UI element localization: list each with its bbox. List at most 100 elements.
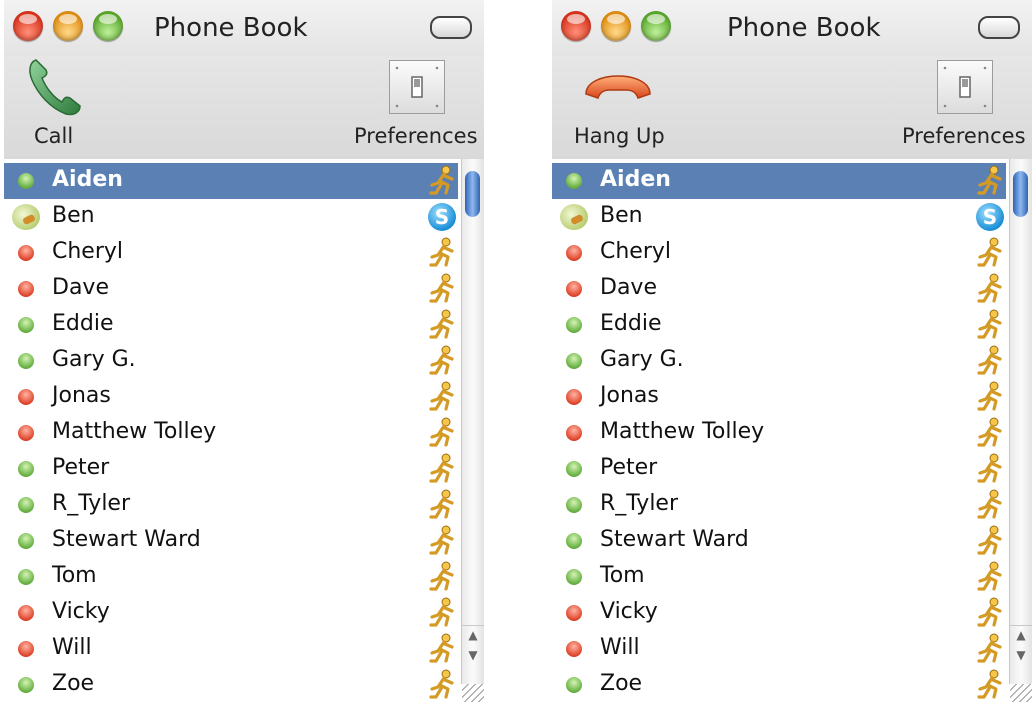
contact-row[interactable]: Jonas [4, 379, 458, 415]
aim-buddy-icon [976, 489, 1006, 521]
offline-status-icon [566, 389, 582, 405]
aim-buddy-icon [976, 345, 1006, 377]
aim-buddy-icon [428, 597, 458, 629]
contact-row[interactable]: Peter [552, 451, 1006, 487]
contact-row[interactable]: Aiden [552, 163, 1006, 199]
title-bar[interactable]: Phone Book [552, 0, 1032, 56]
contact-row[interactable]: Vicky [4, 595, 458, 631]
vertical-scrollbar[interactable]: ▲ ▼ [461, 159, 484, 684]
contact-row[interactable]: Cheryl [4, 235, 458, 271]
contact-row[interactable]: R_Tyler [4, 487, 458, 523]
aim-buddy-icon [976, 633, 1006, 665]
scroll-thumb[interactable] [1013, 171, 1028, 217]
close-button[interactable] [561, 11, 591, 41]
contact-row[interactable]: Will [4, 631, 458, 667]
contact-row[interactable]: Matthew Tolley [4, 415, 458, 451]
contact-row[interactable]: Gary G. [4, 343, 458, 379]
aim-buddy-icon [428, 633, 458, 665]
contact-row[interactable]: Zoe [552, 667, 1006, 702]
zoom-button[interactable] [93, 11, 123, 41]
contact-row[interactable]: R_Tyler [552, 487, 1006, 523]
close-button[interactable] [13, 11, 43, 41]
contact-row[interactable]: Zoe [4, 667, 458, 702]
on-phone-status-icon [560, 204, 588, 230]
preferences-button[interactable]: Preferences [354, 56, 484, 156]
contact-row[interactable]: Jonas [552, 379, 1006, 415]
aim-buddy-icon [976, 273, 1006, 305]
title-bar[interactable]: Phone Book [4, 0, 484, 56]
aim-buddy-icon [976, 597, 1006, 629]
skype-icon: S [428, 203, 456, 231]
contact-row[interactable]: Cheryl [552, 235, 1006, 271]
online-status-icon [566, 677, 582, 693]
toolbar-toggle-button[interactable] [430, 16, 472, 39]
aim-buddy-icon [976, 237, 1006, 269]
contact-row[interactable]: Dave [4, 271, 458, 307]
online-status-icon [18, 569, 34, 585]
contact-row[interactable]: Vicky [552, 595, 1006, 631]
contact-row[interactable]: Matthew Tolley [552, 415, 1006, 451]
offline-status-icon [566, 245, 582, 261]
offline-status-icon [18, 245, 34, 261]
contact-list[interactable]: Zoe Will Vicky Tom Stewart Ward R_Tyler Peter M… [4, 159, 484, 702]
call-button[interactable]: Call [4, 56, 124, 156]
phone-handset-icon [29, 59, 81, 116]
online-status-icon [18, 497, 34, 513]
scroll-down-arrow[interactable]: ▼ [462, 646, 484, 664]
contact-row[interactable]: Eddie [552, 307, 1006, 343]
contact-name: Zoe [600, 671, 643, 696]
scroll-up-arrow[interactable]: ▲ [462, 625, 484, 644]
scroll-down-arrow[interactable]: ▼ [1010, 646, 1032, 664]
contact-row[interactable]: Stewart Ward [4, 523, 458, 559]
offline-status-icon [566, 605, 582, 621]
online-status-icon [566, 533, 582, 549]
contact-name: Matthew Tolley [52, 419, 217, 444]
contact-name: Ben [600, 203, 643, 228]
aim-buddy-icon [976, 453, 1006, 485]
contact-row[interactable]: Will [552, 631, 1006, 667]
online-status-icon [566, 569, 582, 585]
hang-up-button-label: Hang Up [574, 124, 665, 148]
contact-row[interactable]: Dave [552, 271, 1006, 307]
aim-buddy-icon [428, 273, 458, 305]
hang-up-button[interactable]: Hang Up [552, 56, 692, 156]
contact-list[interactable]: Zoe Will Vicky Tom Stewart Ward R_Tyler Peter M… [552, 159, 1032, 702]
contact-name: Eddie [52, 311, 114, 336]
contact-row[interactable]: Stewart Ward [552, 523, 1006, 559]
preferences-label: Preferences [902, 124, 1026, 148]
switch-icon [389, 60, 445, 114]
contact-row[interactable]: Tom [552, 559, 1006, 595]
contact-name: R_Tyler [52, 491, 131, 516]
vertical-scrollbar[interactable]: ▲ ▼ [1009, 159, 1032, 684]
contact-row[interactable]: Eddie [4, 307, 458, 343]
preferences-button[interactable]: Preferences [902, 56, 1032, 156]
aim-buddy-icon [428, 453, 458, 485]
contact-row[interactable]: Ben S [552, 199, 1006, 235]
scroll-thumb[interactable] [465, 171, 480, 217]
contact-row[interactable]: Peter [4, 451, 458, 487]
scroll-up-arrow[interactable]: ▲ [1010, 625, 1032, 644]
minimize-button[interactable] [601, 11, 631, 41]
contact-row[interactable]: Tom [4, 559, 458, 595]
contact-name: Gary G. [52, 347, 136, 372]
online-status-icon [566, 173, 582, 189]
contact-name: Cheryl [52, 239, 124, 264]
online-status-icon [18, 317, 34, 333]
online-status-icon [566, 461, 582, 477]
resize-grip-icon[interactable] [462, 684, 484, 702]
window-title: Phone Book [154, 13, 308, 43]
toolbar-toggle-button[interactable] [978, 16, 1020, 39]
contact-row[interactable]: Ben S [4, 199, 458, 235]
resize-grip-icon[interactable] [1010, 684, 1032, 702]
phone-book-window-calling: Phone Book Call Preferences Zoe Will Vic… [4, 0, 484, 702]
aim-buddy-icon [428, 417, 458, 449]
contact-name: Dave [600, 275, 657, 300]
minimize-button[interactable] [53, 11, 83, 41]
aim-buddy-icon [428, 237, 458, 269]
contact-row[interactable]: Gary G. [552, 343, 1006, 379]
contact-name: Dave [52, 275, 109, 300]
contact-name: Will [600, 635, 640, 660]
contact-row[interactable]: Aiden [4, 163, 458, 199]
contact-name: Cheryl [600, 239, 672, 264]
zoom-button[interactable] [641, 11, 671, 41]
